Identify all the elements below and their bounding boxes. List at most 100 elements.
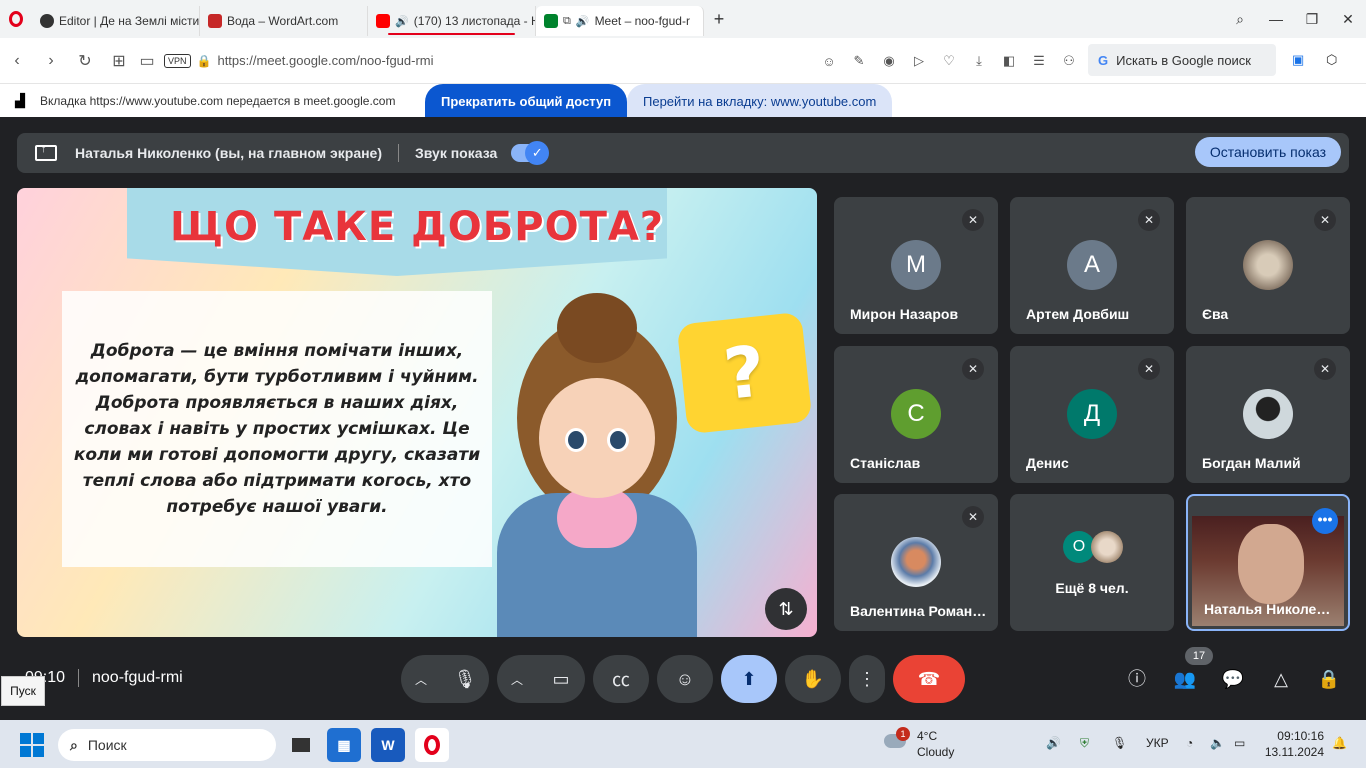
sound-toggle[interactable]: ✓ (511, 141, 550, 165)
slide-text-box: Доброта — це вміння помічати інших, допо… (62, 291, 492, 567)
stop-presenting-button[interactable]: Остановить показ (1194, 137, 1341, 167)
participant-name: Валентина Роман… (850, 603, 987, 619)
leave-call-button[interactable]: ☎ (893, 655, 965, 703)
emoji-icon: ☺ (675, 668, 695, 689)
camera-share-icon[interactable]: ▭ (136, 51, 158, 71)
camera-icon[interactable]: ▭ (537, 669, 585, 690)
wifi-icon[interactable]: ◔ (1186, 736, 1193, 750)
participant-tile[interactable]: ✕ Д Денис (1010, 346, 1174, 483)
extensions-icon[interactable]: ⬡ (1326, 52, 1337, 68)
minimize-button[interactable]: — (1258, 0, 1294, 38)
tab-editor[interactable]: Editor | Де на Землі містить (32, 6, 200, 36)
start-tooltip: Пуск (1, 676, 45, 706)
forward-button[interactable]: › (34, 52, 68, 70)
slide-title: ЩО ТАКЕ ДОБРОТА? (169, 204, 665, 250)
vpn-badge[interactable]: VPN (164, 53, 191, 68)
more-participants-label: Ещё 8 чел. (1055, 580, 1129, 596)
avatar-photo (1243, 240, 1293, 290)
mic-off-icon: ✕ (962, 358, 984, 380)
meeting-code: noo-fgud-rmi (92, 669, 183, 686)
notification-bell-icon[interactable]: 🔔 (1332, 736, 1347, 750)
more-vert-icon: ⋮ (858, 668, 876, 689)
captions-button[interactable]: ㏄ (593, 655, 649, 703)
download-icon[interactable]: ⤓ (964, 53, 994, 69)
address-bar: ‹ › ↻ ⊞ ▭ VPN 🔒 https://meet.google.com/… (0, 38, 1366, 84)
slide-body-text: Доброта — це вміння помічати інших, допо… (73, 341, 481, 517)
participant-tile[interactable]: ✕ А Артем Довбиш (1010, 197, 1174, 334)
shield-icon[interactable]: ⛨ (1080, 736, 1089, 751)
tab-wordart[interactable]: Вода – WordArt.com (200, 6, 368, 36)
camera-control-group: ︿ ▭ (497, 655, 585, 703)
play-icon[interactable]: ▷ (904, 53, 934, 69)
google-search-field[interactable]: G Искать в Google поиск (1088, 44, 1276, 76)
opera-icon[interactable] (415, 728, 449, 762)
taskbar-search-field[interactable]: ⌕ Поиск (58, 729, 276, 761)
tab-youtube[interactable]: 🔊 (170) 13 листопада - Ю (368, 6, 536, 36)
more-options-button[interactable]: ⋮ (849, 655, 885, 703)
language-indicator[interactable]: УКР (1146, 736, 1169, 750)
profile-icon[interactable]: ⚇ (1054, 53, 1084, 69)
raise-hand-button[interactable]: ✋ (785, 655, 841, 703)
activities-icon[interactable]: △ (1267, 665, 1295, 693)
info-icon[interactable]: ⓘ (1123, 665, 1151, 693)
tab-title: (170) 13 листопада - Ю (413, 14, 536, 28)
speed-dial-icon[interactable]: ⊞ (102, 51, 136, 71)
chevron-up-icon[interactable]: ︿ (401, 671, 441, 688)
sidebar-icon[interactable]: ▣ (1292, 52, 1304, 68)
tab-title: Meet – noo-fgud-r (594, 14, 690, 28)
heart-icon[interactable]: ♡ (934, 53, 964, 69)
presenter-label: Наталья Николенко (вы, на главном экране… (75, 145, 383, 161)
speaker-alert-icon[interactable]: 🔊 (1046, 736, 1061, 750)
url-field[interactable]: https://meet.google.com/noo-fgud-rmi (217, 53, 433, 68)
stop-sharing-button[interactable]: Прекратить общий доступ (425, 84, 628, 118)
more-participants-tile[interactable]: О Ещё 8 чел. (1010, 494, 1174, 631)
search-placeholder: Искать в Google поиск (1116, 52, 1251, 68)
close-button[interactable]: ✕ (1330, 0, 1366, 38)
maximize-button[interactable]: ❐ (1294, 0, 1330, 38)
volume-icon[interactable]: 🔈 (1210, 736, 1225, 750)
present-button[interactable]: ⬆ (721, 655, 777, 703)
clock-time: 09:10:16 (1277, 729, 1324, 743)
emoji-icon[interactable]: ☺ (814, 54, 844, 69)
participant-tile[interactable]: ✕ Богдан Малий (1186, 346, 1350, 483)
more-options-icon[interactable]: ••• (1312, 508, 1338, 534)
microphone-icon[interactable]: 🎙 (441, 669, 489, 690)
opera-menu-icon[interactable] (0, 0, 32, 38)
easy-setup-icon[interactable]: ☰ (1024, 53, 1054, 69)
avatar-photo (1091, 531, 1123, 563)
edit-icon[interactable]: ✎ (844, 53, 874, 69)
swap-layout-button[interactable]: ⇅ (765, 588, 807, 630)
word-icon[interactable]: W (371, 728, 405, 762)
people-count-badge: 17 (1185, 647, 1213, 665)
participant-tile[interactable]: ✕ Валентина Роман… (834, 494, 998, 631)
chevron-up-icon[interactable]: ︿ (497, 671, 537, 688)
participant-tile[interactable]: ✕ М Мирон Назаров (834, 197, 998, 334)
self-video-tile[interactable]: ••• Наталья Николен… (1186, 494, 1350, 631)
avatar-photo (891, 537, 941, 587)
battery-icon[interactable]: ▭ (1234, 736, 1245, 750)
participant-tile[interactable]: ✕ С Станіслав (834, 346, 998, 483)
new-tab-button[interactable]: + (704, 9, 734, 30)
reload-button[interactable]: ↻ (68, 51, 102, 71)
tab-meet[interactable]: ⧉ 🔊 Meet – noo-fgud-r (536, 6, 704, 36)
google-icon: G (1098, 52, 1109, 68)
chat-icon[interactable]: 💬 (1219, 665, 1247, 693)
back-button[interactable]: ‹ (0, 52, 34, 70)
snapshot-icon[interactable]: ◉ (874, 53, 904, 69)
task-view-icon[interactable] (284, 728, 318, 762)
screen-share-icon: ▟ (15, 93, 25, 108)
reactions-button[interactable]: ☺ (657, 655, 713, 703)
host-controls-icon[interactable]: 🔒 (1315, 665, 1343, 693)
windows-start-icon[interactable] (20, 733, 44, 757)
participant-name: Станіслав (850, 455, 921, 471)
weather-widget[interactable]: 1 4°C Cloudy (884, 727, 954, 760)
go-to-tab-button[interactable]: Перейти на вкладку: www.youtube.com (627, 84, 893, 118)
clock[interactable]: 09:10:16 13.11.2024 (1264, 728, 1324, 760)
people-icon[interactable]: 👥 (1171, 665, 1199, 693)
mic-off-icon: ✕ (962, 506, 984, 528)
search-tabs-icon[interactable]: ⌕ (1222, 0, 1258, 38)
store-icon[interactable]: ▦ (327, 728, 361, 762)
battery-saver-icon[interactable]: ◧ (994, 53, 1024, 69)
participant-tile[interactable]: ✕ Єва (1186, 197, 1350, 334)
microphone-icon[interactable]: 🎙 (1112, 736, 1127, 750)
